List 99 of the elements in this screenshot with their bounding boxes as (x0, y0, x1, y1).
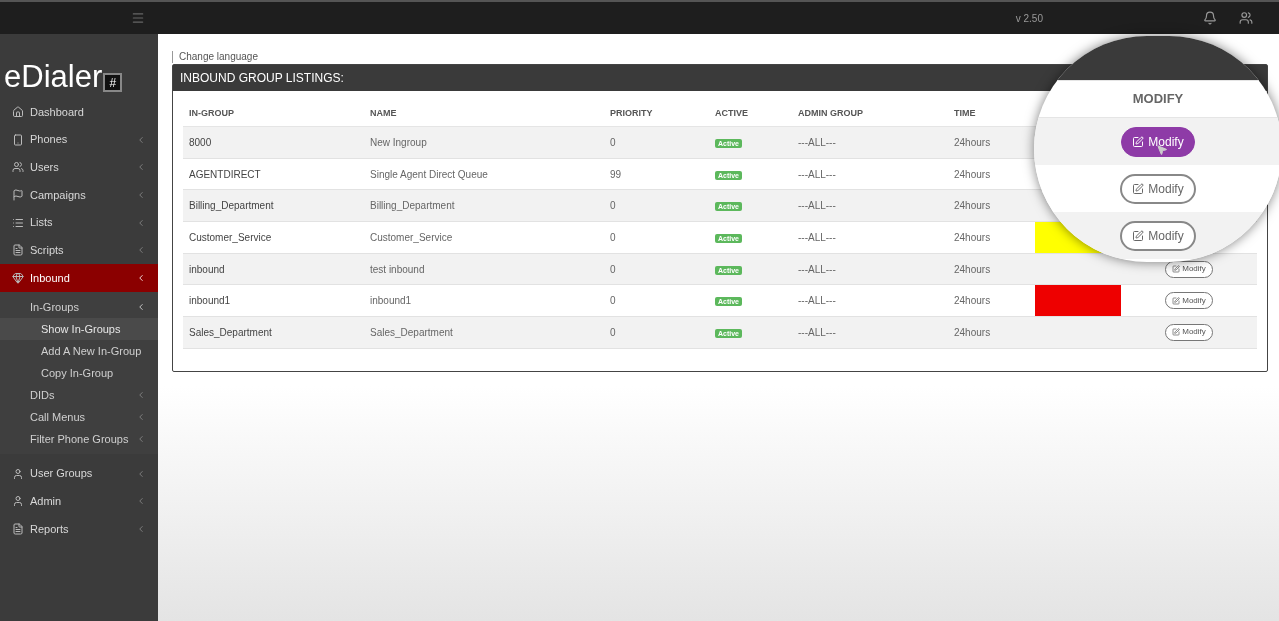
modify-button[interactable]: Modify (1165, 260, 1213, 278)
chevron-icon (136, 389, 146, 400)
item-icon (12, 133, 24, 146)
table-cell-text: Sales_Department (369, 325, 454, 340)
table-cell-text: Billing_Department (188, 199, 275, 214)
submenu-item[interactable]: Filter Phone Groups (0, 427, 158, 450)
table-cell-text: ---ALL--- (797, 135, 837, 150)
chevron-icon (136, 468, 146, 479)
chevron-icon (136, 524, 146, 535)
table-cell-text: 99 (609, 167, 623, 182)
table-cell-text: ---ALL--- (797, 294, 837, 309)
submenu-item[interactable]: Copy In-Group (0, 361, 158, 384)
submenu-item[interactable]: Add A New In-Group (0, 339, 158, 362)
chevron-icon (136, 162, 146, 173)
column-header: ADMIN GROUP (797, 107, 864, 121)
chevron-icon (136, 496, 146, 507)
table-cell-text: 24hours (953, 167, 992, 182)
table-cell-text: ---ALL--- (797, 262, 837, 277)
table-cell-text: inbound (188, 262, 226, 277)
item-icon (12, 271, 24, 284)
chevron-icon (136, 189, 146, 200)
logo-text: eDialer (4, 61, 103, 92)
column-header: PRIORITY (609, 107, 654, 121)
item-icon (12, 161, 24, 174)
modify-button[interactable]: Modify (1121, 126, 1195, 157)
table-cell-text: 0 (609, 199, 617, 214)
chevron-icon (136, 411, 146, 422)
chevron-icon (136, 217, 146, 228)
submenu-item[interactable]: DIDs (0, 383, 158, 406)
column-header: IN-GROUP (188, 107, 235, 121)
item-icon (12, 105, 24, 118)
table-cell-text: 8000 (188, 135, 213, 150)
sidebar-item[interactable]: Campaigns (0, 181, 158, 209)
table-cell-text: Single Agent Direct Queue (369, 167, 489, 182)
item-icon (12, 467, 24, 480)
chevron-icon (136, 245, 146, 256)
table-cell-text: 24hours (953, 294, 992, 309)
chevron-icon (136, 272, 146, 283)
table-cell-text: New Ingroup (369, 135, 428, 150)
table-cell-text: test inbound (369, 262, 426, 277)
table-cell-text: 0 (609, 262, 617, 277)
chevron-icon (136, 134, 146, 145)
table-cell-text: 0 (609, 230, 617, 245)
table-cell-text: AGENTDIRECT (188, 167, 262, 182)
users-icon[interactable] (1239, 11, 1253, 25)
column-header: ACTIVE (714, 107, 749, 121)
edit-icon (1172, 296, 1181, 305)
column-header: NAME (369, 107, 398, 121)
table-cell-text: 0 (609, 135, 617, 150)
edit-icon (1172, 328, 1181, 337)
modify-button[interactable]: Modify (1120, 173, 1196, 204)
sidebar-item[interactable]: Reports (0, 515, 158, 543)
chevron-icon (136, 433, 146, 444)
table-cell-text: 0 (609, 294, 617, 309)
sidebar-item[interactable]: User Groups (0, 459, 158, 488)
edit-icon (1172, 265, 1181, 274)
sidebar-item[interactable]: Lists (0, 208, 158, 237)
modify-button[interactable]: Modify (1165, 323, 1213, 341)
table-cell-text: Customer_Service (369, 230, 454, 245)
modify-button[interactable]: Modify (1165, 292, 1213, 310)
item-icon (12, 188, 24, 201)
sidebar-item[interactable]: Inbound (0, 264, 158, 292)
table-cell-text: ---ALL--- (797, 199, 837, 214)
table-cell-text: ---ALL--- (797, 167, 837, 182)
item-icon (12, 523, 24, 536)
sidebar-item[interactable]: Dashboard (0, 98, 158, 126)
logo-mark: # (103, 73, 123, 92)
item-icon (12, 216, 24, 229)
table-cell-text: inbound1 (188, 294, 232, 309)
modify-button[interactable]: Modify (1120, 220, 1196, 251)
table-cell-text: 0 (609, 325, 617, 340)
edit-icon (1132, 135, 1145, 148)
table-cell-text: 24hours (953, 325, 992, 340)
edit-icon (1132, 182, 1145, 195)
submenu-item[interactable]: Show In-Groups (0, 317, 158, 340)
submenu-item[interactable]: In-Groups (0, 295, 158, 318)
table-cell-text: Sales_Department (188, 325, 273, 340)
version-label: v 2.50 (1015, 11, 1043, 26)
change-language-link[interactable]: Change language (172, 51, 258, 63)
table-cell-text: Customer_Service (188, 230, 273, 245)
submenu-item[interactable]: Call Menus (0, 405, 158, 428)
table-cell-text: 24hours (953, 135, 992, 150)
table-cell-text: 24hours (953, 262, 992, 277)
sidebar-item[interactable]: Users (0, 153, 158, 182)
edit-icon (1132, 229, 1145, 242)
item-icon (12, 244, 24, 257)
sidebar-item[interactable]: Scripts (0, 236, 158, 265)
table-cell-text: 24hours (953, 230, 992, 245)
sidebar-item[interactable]: Admin (0, 487, 158, 516)
table-cell-text: Billing_Department (369, 199, 456, 214)
chevron-icon (136, 301, 146, 312)
item-icon (12, 495, 24, 508)
table-cell-text: ---ALL--- (797, 230, 837, 245)
table-cell-text: ---ALL--- (797, 325, 837, 340)
column-header: TIME (953, 107, 977, 121)
bell-icon[interactable] (1203, 11, 1217, 25)
table-cell-text: 24hours (953, 199, 992, 214)
sidebar-item[interactable]: Phones (0, 125, 158, 154)
table-cell-text: inbound1 (369, 294, 413, 309)
